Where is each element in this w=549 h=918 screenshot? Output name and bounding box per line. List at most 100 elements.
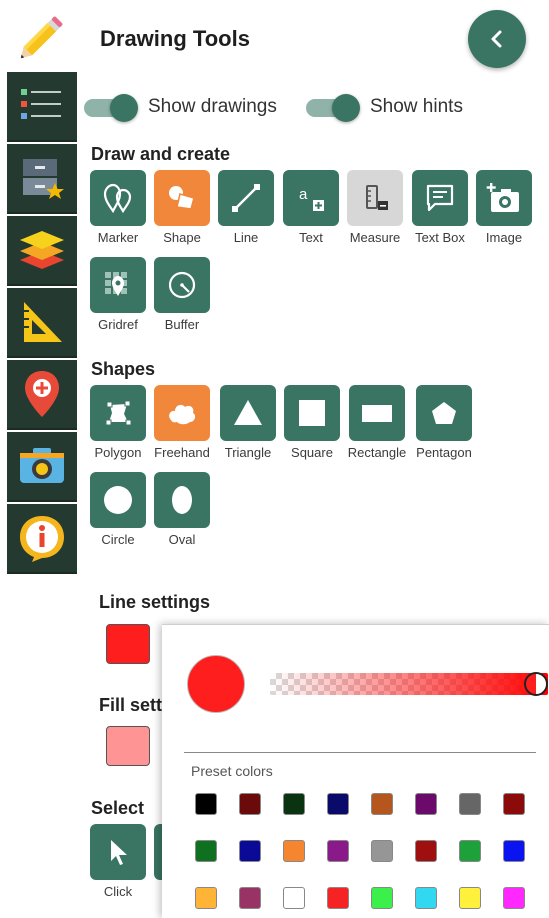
preset-color-swatch[interactable] bbox=[459, 887, 481, 909]
info-button[interactable] bbox=[7, 504, 77, 574]
saved-drawer-icon bbox=[23, 159, 64, 199]
preset-color-swatch[interactable] bbox=[415, 887, 437, 909]
preset-color-swatch[interactable] bbox=[283, 840, 305, 862]
circle-tile[interactable] bbox=[90, 472, 146, 528]
show-hints-toggle[interactable] bbox=[306, 94, 360, 122]
tool-text[interactable]: a Text bbox=[281, 170, 341, 245]
camera-icon bbox=[20, 448, 64, 483]
preset-color-swatch[interactable] bbox=[459, 793, 481, 815]
rectangle-tile[interactable] bbox=[349, 385, 405, 441]
saved-drawer-button[interactable] bbox=[7, 144, 77, 214]
click-tile[interactable] bbox=[90, 824, 146, 880]
camera-button[interactable] bbox=[7, 432, 77, 502]
marker-icon bbox=[103, 183, 132, 214]
left-rail bbox=[7, 0, 77, 918]
line-tile[interactable] bbox=[218, 170, 274, 226]
tool-polygon[interactable]: Polygon bbox=[88, 385, 148, 460]
shape-icon bbox=[169, 186, 195, 210]
show-hints-toggle-row[interactable]: Show hints bbox=[306, 94, 463, 122]
tool-shape[interactable]: Shape bbox=[152, 170, 212, 245]
preset-color-swatch[interactable] bbox=[327, 887, 349, 909]
line-settings-heading: Line settings bbox=[99, 592, 211, 612]
preset-color-swatch[interactable] bbox=[195, 887, 217, 909]
show-drawings-label: Show drawings bbox=[148, 96, 277, 117]
tool-pentagon[interactable]: Pentagon bbox=[414, 385, 474, 460]
location-add-button[interactable] bbox=[7, 360, 77, 430]
tool-circle[interactable]: Circle bbox=[88, 472, 148, 547]
preset-color-swatch[interactable] bbox=[195, 793, 217, 815]
preset-color-swatch[interactable] bbox=[371, 887, 393, 909]
text-icon: a bbox=[299, 186, 324, 211]
preset-color-swatch[interactable] bbox=[195, 840, 217, 862]
tool-measure[interactable]: Measure bbox=[345, 170, 405, 245]
preset-color-swatch[interactable] bbox=[239, 793, 261, 815]
tool-image[interactable]: Image bbox=[474, 170, 534, 245]
pentagon-tile[interactable] bbox=[416, 385, 472, 441]
preset-color-swatch[interactable] bbox=[415, 793, 437, 815]
measure-icon bbox=[366, 185, 388, 210]
tool-gridref[interactable]: Gridref bbox=[88, 257, 148, 332]
text-box-tile[interactable] bbox=[412, 170, 468, 226]
current-color-preview bbox=[187, 655, 245, 713]
tool-label: Click bbox=[103, 884, 133, 899]
tool-freehand[interactable]: Freehand bbox=[152, 385, 212, 460]
legend-list-button[interactable] bbox=[7, 72, 77, 142]
preset-color-swatch[interactable] bbox=[239, 840, 261, 862]
opacity-slider-handle[interactable] bbox=[524, 672, 548, 696]
select-heading: Select bbox=[91, 798, 145, 818]
preset-color-swatch[interactable] bbox=[459, 840, 481, 862]
preset-color-swatch[interactable] bbox=[371, 840, 393, 862]
chevron-left-icon bbox=[491, 30, 502, 48]
preset-color-swatch[interactable] bbox=[371, 793, 393, 815]
pencil-logo-icon[interactable] bbox=[7, 8, 77, 66]
buffer-tile[interactable] bbox=[154, 257, 210, 313]
text-box-icon bbox=[426, 184, 454, 212]
triangle-icon bbox=[234, 400, 262, 425]
preset-color-swatch[interactable] bbox=[415, 840, 437, 862]
image-tile[interactable] bbox=[476, 170, 532, 226]
oval-icon bbox=[172, 486, 192, 514]
draw-create-heading: Draw and create bbox=[91, 144, 231, 164]
polygon-tile[interactable] bbox=[90, 385, 146, 441]
measure-tile[interactable] bbox=[347, 170, 403, 226]
color-picker-popup: Preset colors bbox=[162, 624, 549, 918]
text-tile[interactable]: a bbox=[283, 170, 339, 226]
tool-line[interactable]: Line bbox=[216, 170, 276, 245]
location-add-icon bbox=[25, 371, 59, 417]
measure-button[interactable] bbox=[7, 288, 77, 358]
oval-tile[interactable] bbox=[154, 472, 210, 528]
gridref-icon bbox=[105, 272, 127, 296]
layers-button[interactable] bbox=[7, 216, 77, 286]
tool-marker[interactable]: Marker bbox=[88, 170, 148, 245]
tool-square[interactable]: Square bbox=[282, 385, 342, 460]
show-drawings-toggle[interactable] bbox=[84, 94, 138, 122]
shape-tile[interactable] bbox=[154, 170, 210, 226]
opacity-slider[interactable] bbox=[270, 673, 548, 695]
preset-color-swatch[interactable] bbox=[503, 793, 525, 815]
tool-buffer[interactable]: Buffer bbox=[152, 257, 212, 332]
preset-color-swatch[interactable] bbox=[239, 887, 261, 909]
collapse-panel-button[interactable] bbox=[468, 10, 526, 68]
square-tile[interactable] bbox=[284, 385, 340, 441]
image-icon bbox=[486, 183, 519, 212]
preset-color-swatch[interactable] bbox=[283, 887, 305, 909]
preset-color-swatch[interactable] bbox=[503, 840, 525, 862]
tool-text-box[interactable]: Text Box bbox=[410, 170, 470, 245]
preset-color-swatch[interactable] bbox=[327, 840, 349, 862]
triangle-tile[interactable] bbox=[220, 385, 276, 441]
tool-click[interactable]: Click bbox=[88, 824, 148, 899]
line-color-swatch[interactable] bbox=[106, 624, 150, 664]
freehand-tile[interactable] bbox=[154, 385, 210, 441]
tool-rectangle[interactable]: Rectangle bbox=[347, 385, 407, 460]
show-drawings-toggle-row[interactable]: Show drawings bbox=[84, 94, 277, 122]
tool-label: Buffer bbox=[164, 317, 200, 332]
tool-triangle[interactable]: Triangle bbox=[218, 385, 278, 460]
tool-oval[interactable]: Oval bbox=[152, 472, 212, 547]
marker-tile[interactable] bbox=[90, 170, 146, 226]
gridref-tile[interactable] bbox=[90, 257, 146, 313]
show-hints-label: Show hints bbox=[370, 96, 463, 117]
preset-color-swatch[interactable] bbox=[503, 887, 525, 909]
preset-color-swatch[interactable] bbox=[327, 793, 349, 815]
preset-color-swatch[interactable] bbox=[283, 793, 305, 815]
fill-color-swatch[interactable] bbox=[106, 726, 150, 766]
